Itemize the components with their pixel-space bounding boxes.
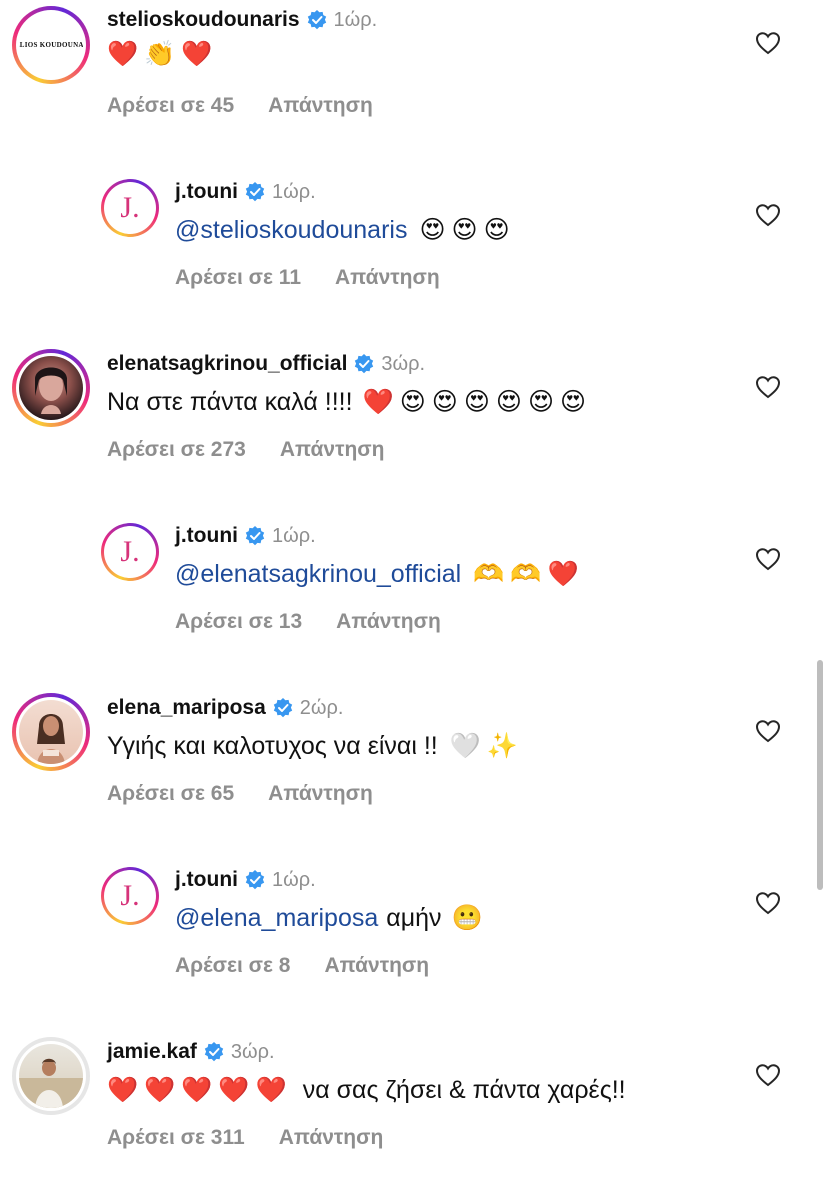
comment-text: Υγιής και καλοτυχος να είναι !! 🤍 ✨: [107, 732, 524, 761]
comment-text: @stelioskoudounaris 😍 😍 😍: [175, 216, 516, 245]
emoji: ✨: [486, 732, 519, 760]
emoji: 😍: [419, 216, 446, 244]
timestamp: 1ώρ.: [271, 180, 316, 203]
reply-button[interactable]: Απάντηση: [336, 610, 441, 634]
emoji: ❤️: [107, 1076, 139, 1104]
emoji: 😍: [463, 388, 490, 416]
comment-text: @elena_mariposa αμήν 😬: [175, 904, 489, 933]
username[interactable]: jamie.kaf: [107, 1040, 197, 1064]
avatar[interactable]: [12, 693, 90, 771]
comment-text: ❤️ ❤️ ❤️ ❤️ ❤️ να σας ζήσει & πάντα χαρέ…: [107, 1076, 626, 1105]
timestamp: 2ώρ.: [299, 696, 344, 719]
emoji: 😍: [451, 216, 478, 244]
emoji: 🫶: [473, 560, 505, 588]
avatar[interactable]: J.: [101, 179, 159, 237]
emoji: ❤️: [181, 1076, 213, 1104]
emoji: 😍: [399, 388, 426, 416]
reply-button[interactable]: Απάντηση: [279, 1126, 384, 1150]
likes-count[interactable]: Αρέσει σε 273: [107, 438, 246, 462]
heart-outline-icon[interactable]: [755, 719, 781, 743]
emoji: ❤️: [362, 388, 394, 416]
reply-button[interactable]: Απάντηση: [268, 94, 373, 118]
heart-outline-icon[interactable]: [755, 1063, 781, 1087]
avatar[interactable]: J.: [101, 523, 159, 581]
emoji: 😍: [483, 216, 510, 244]
comment-body: αμήν: [386, 904, 442, 932]
comment-body: Να στε πάντα καλά !!!!: [107, 388, 353, 416]
emoji: ❤️: [255, 1076, 287, 1104]
avatar-photo: [35, 367, 67, 414]
verified-badge-icon: [355, 354, 374, 374]
avatar-photo: [37, 714, 65, 764]
heart-outline-icon[interactable]: [755, 203, 781, 227]
reply-button[interactable]: Απάντηση: [335, 266, 440, 290]
timestamp: 1ώρ.: [271, 868, 316, 891]
likes-count[interactable]: Αρέσει σε 311: [107, 1126, 245, 1150]
reply-button[interactable]: Απάντηση: [324, 954, 429, 978]
avatar-photo: [19, 1058, 83, 1108]
verified-badge-icon: [307, 10, 326, 30]
heart-outline-icon[interactable]: [755, 891, 781, 915]
username[interactable]: elenatsagkrinou_official: [107, 352, 347, 376]
timestamp: 1ώρ.: [333, 8, 378, 31]
heart-outline-icon[interactable]: [755, 547, 781, 571]
emoji: ❤️: [218, 1076, 250, 1104]
heart-outline-icon[interactable]: [755, 375, 781, 399]
comment-body: να σας ζήσει & πάντα χαρές!!: [302, 1076, 626, 1104]
emoji: 😬: [451, 904, 483, 932]
username[interactable]: j.touni: [175, 180, 238, 204]
timestamp: 1ώρ.: [271, 524, 316, 547]
emoji: ❤️: [547, 560, 579, 588]
avatar-logo-text: STELIOS KOUDOUNARIS: [19, 41, 83, 49]
emoji: 😍: [495, 388, 522, 416]
emoji: 👏: [144, 40, 176, 68]
avatar-logo-text: J.: [120, 191, 140, 224]
likes-count[interactable]: Αρέσει σε 45: [107, 94, 234, 118]
emoji: 😍: [527, 388, 555, 416]
mention-link[interactable]: @stelioskoudounaris: [175, 216, 407, 245]
reply-button[interactable]: Απάντηση: [268, 782, 373, 806]
emoji: ❤️: [107, 40, 139, 68]
avatar-logo-text: J.: [120, 535, 140, 568]
verified-badge-icon: [245, 870, 265, 890]
mention-link[interactable]: @elenatsagkrinou_official: [175, 560, 461, 589]
likes-count[interactable]: Αρέσει σε 65: [107, 782, 234, 806]
comment-text: ❤️ 👏 ❤️: [107, 42, 218, 67]
mention-link[interactable]: @elena_mariposa: [175, 904, 378, 933]
reply-button[interactable]: Απάντηση: [280, 438, 385, 462]
likes-count[interactable]: Αρέσει σε 11: [175, 266, 301, 290]
likes-count[interactable]: Αρέσει σε 8: [175, 954, 290, 978]
avatar[interactable]: [12, 1037, 90, 1115]
timestamp: 3ώρ.: [230, 1040, 275, 1063]
comment-text: @elenatsagkrinou_official 🫶 🫶 ❤️: [175, 560, 585, 589]
emoji: 🫶: [510, 560, 542, 588]
comment-text: Να στε πάντα καλά !!!! ❤️ 😍 😍 😍 😍 😍 😍: [107, 388, 592, 417]
emoji: 😍: [560, 388, 587, 416]
verified-badge-icon: [245, 182, 265, 202]
emoji: ❤️: [144, 1076, 176, 1104]
avatar[interactable]: [12, 349, 90, 427]
username[interactable]: j.touni: [175, 868, 238, 892]
emoji: 😍: [431, 388, 458, 416]
username[interactable]: j.touni: [175, 524, 238, 548]
comment-body: Υγιής και καλοτυχος να είναι !!: [107, 732, 438, 760]
avatar[interactable]: J.: [101, 867, 159, 925]
likes-count[interactable]: Αρέσει σε 13: [175, 610, 302, 634]
username[interactable]: stelioskoudounaris: [107, 8, 300, 32]
avatar[interactable]: STELIOS KOUDOUNARIS: [12, 6, 90, 84]
scrollbar[interactable]: [817, 660, 823, 890]
verified-badge-icon: [273, 698, 292, 718]
avatar-logo-text: J.: [120, 879, 140, 912]
verified-badge-icon: [245, 526, 265, 546]
emoji: 🤍: [449, 732, 481, 760]
verified-badge-icon: [204, 1042, 224, 1062]
emoji: ❤️: [181, 40, 213, 68]
username[interactable]: elena_mariposa: [107, 696, 266, 720]
timestamp: 3ώρ.: [381, 352, 426, 375]
heart-outline-icon[interactable]: [755, 31, 781, 55]
